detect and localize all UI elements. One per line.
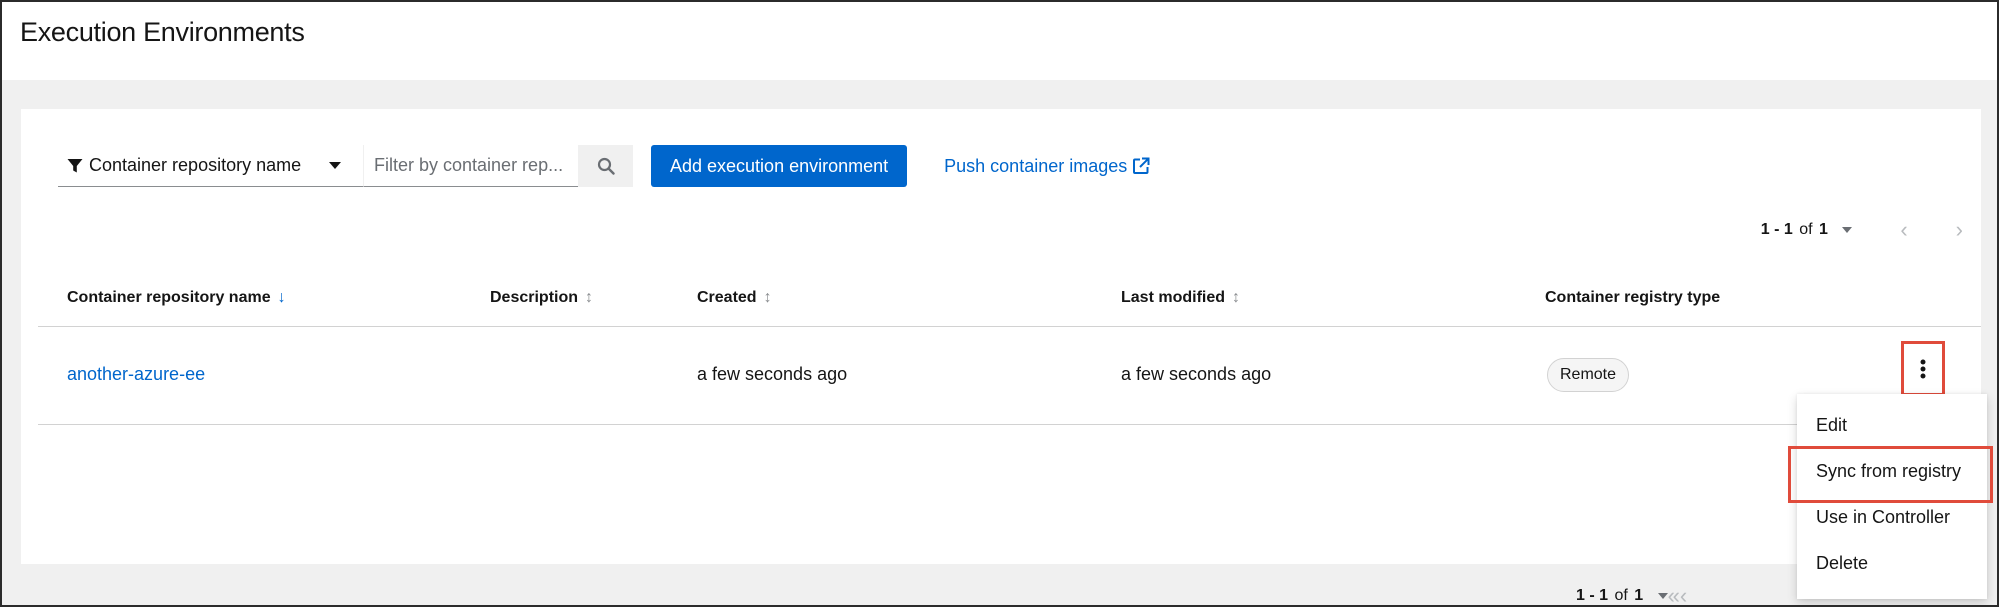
push-link-label: Push container images	[944, 155, 1128, 176]
row-actions-kebab-button[interactable]	[1901, 341, 1945, 396]
content-card: Container repository name Add execution …	[21, 109, 1981, 605]
column-header-description[interactable]: Description ↕	[490, 289, 593, 307]
pagination-top: 1 - 1 of 1 ‹ ›	[1761, 215, 1963, 245]
toolbar: Container repository name Add execution …	[58, 145, 1150, 187]
previous-page-icon[interactable]: ‹	[1680, 585, 1687, 606]
column-header-registry-type: Container registry type	[1545, 289, 1721, 306]
column-header-repository-name[interactable]: Container repository name ↓	[67, 289, 286, 307]
add-execution-environment-button[interactable]: Add execution environment	[651, 145, 908, 187]
external-link-icon	[1133, 157, 1150, 174]
filter-attribute-select[interactable]: Container repository name	[58, 145, 364, 187]
row-created: a few seconds ago	[697, 364, 848, 384]
caret-down-icon	[329, 162, 341, 169]
menu-item-edit[interactable]: Edit	[1816, 415, 1847, 436]
app-window: Execution Environments Container reposit…	[0, 0, 1999, 607]
previous-page-icon[interactable]: ‹	[1900, 219, 1907, 241]
sort-icon: ↕	[1232, 289, 1241, 306]
menu-item-use-in-controller[interactable]: Use in Controller	[1816, 507, 1950, 528]
registry-type-badge: Remote	[1547, 358, 1630, 392]
sort-descending-icon: ↓	[277, 289, 286, 306]
caret-down-icon	[1842, 226, 1853, 233]
pagination-bottom-toggle[interactable]: 1 - 1 of 1	[1576, 587, 1668, 605]
row-last-modified: a few seconds ago	[1121, 364, 1272, 384]
column-header-created[interactable]: Created ↕	[697, 289, 772, 307]
highlight-box	[1788, 446, 1993, 503]
push-container-images-link[interactable]: Push container images	[944, 156, 1150, 177]
table-row: another-azure-ee a few seconds ago a few…	[38, 327, 1981, 425]
sort-icon: ↕	[585, 289, 594, 306]
pagination-top-range: 1 - 1	[1760, 221, 1793, 238]
kebab-icon	[1920, 359, 1926, 378]
pagination-bottom: 1 - 1 of 1 « ‹	[1576, 576, 1687, 606]
filter-icon	[67, 158, 83, 172]
pagination-top-of: of	[1799, 221, 1813, 238]
pagination-bottom-total: 1	[1634, 587, 1644, 604]
filter-attribute-label: Container repository name	[89, 155, 302, 175]
pagination-top-total: 1	[1818, 221, 1828, 238]
page-header: Execution Environments	[2, 2, 1997, 80]
execution-environments-table: Container repository name ↓ Description …	[38, 269, 1981, 425]
pagination-bottom-of: of	[1614, 587, 1628, 604]
column-header-last-modified[interactable]: Last modified ↕	[1121, 289, 1240, 307]
table-header: Container repository name ↓ Description …	[38, 269, 1981, 327]
search-button[interactable]	[578, 145, 633, 187]
sort-icon: ↕	[763, 289, 772, 306]
page-title: Execution Environments	[20, 17, 305, 47]
first-page-icon[interactable]: «	[1668, 585, 1680, 606]
repository-name-link[interactable]: another-azure-ee	[67, 364, 205, 385]
next-page-icon[interactable]: ›	[1956, 219, 1963, 241]
caret-down-icon	[1657, 592, 1668, 599]
menu-item-delete[interactable]: Delete	[1816, 553, 1868, 574]
filter-input[interactable]	[364, 145, 578, 187]
search-icon	[597, 157, 615, 175]
pagination-bottom-range: 1 - 1	[1576, 587, 1609, 604]
pagination-top-toggle[interactable]: 1 - 1 of 1	[1761, 221, 1853, 239]
